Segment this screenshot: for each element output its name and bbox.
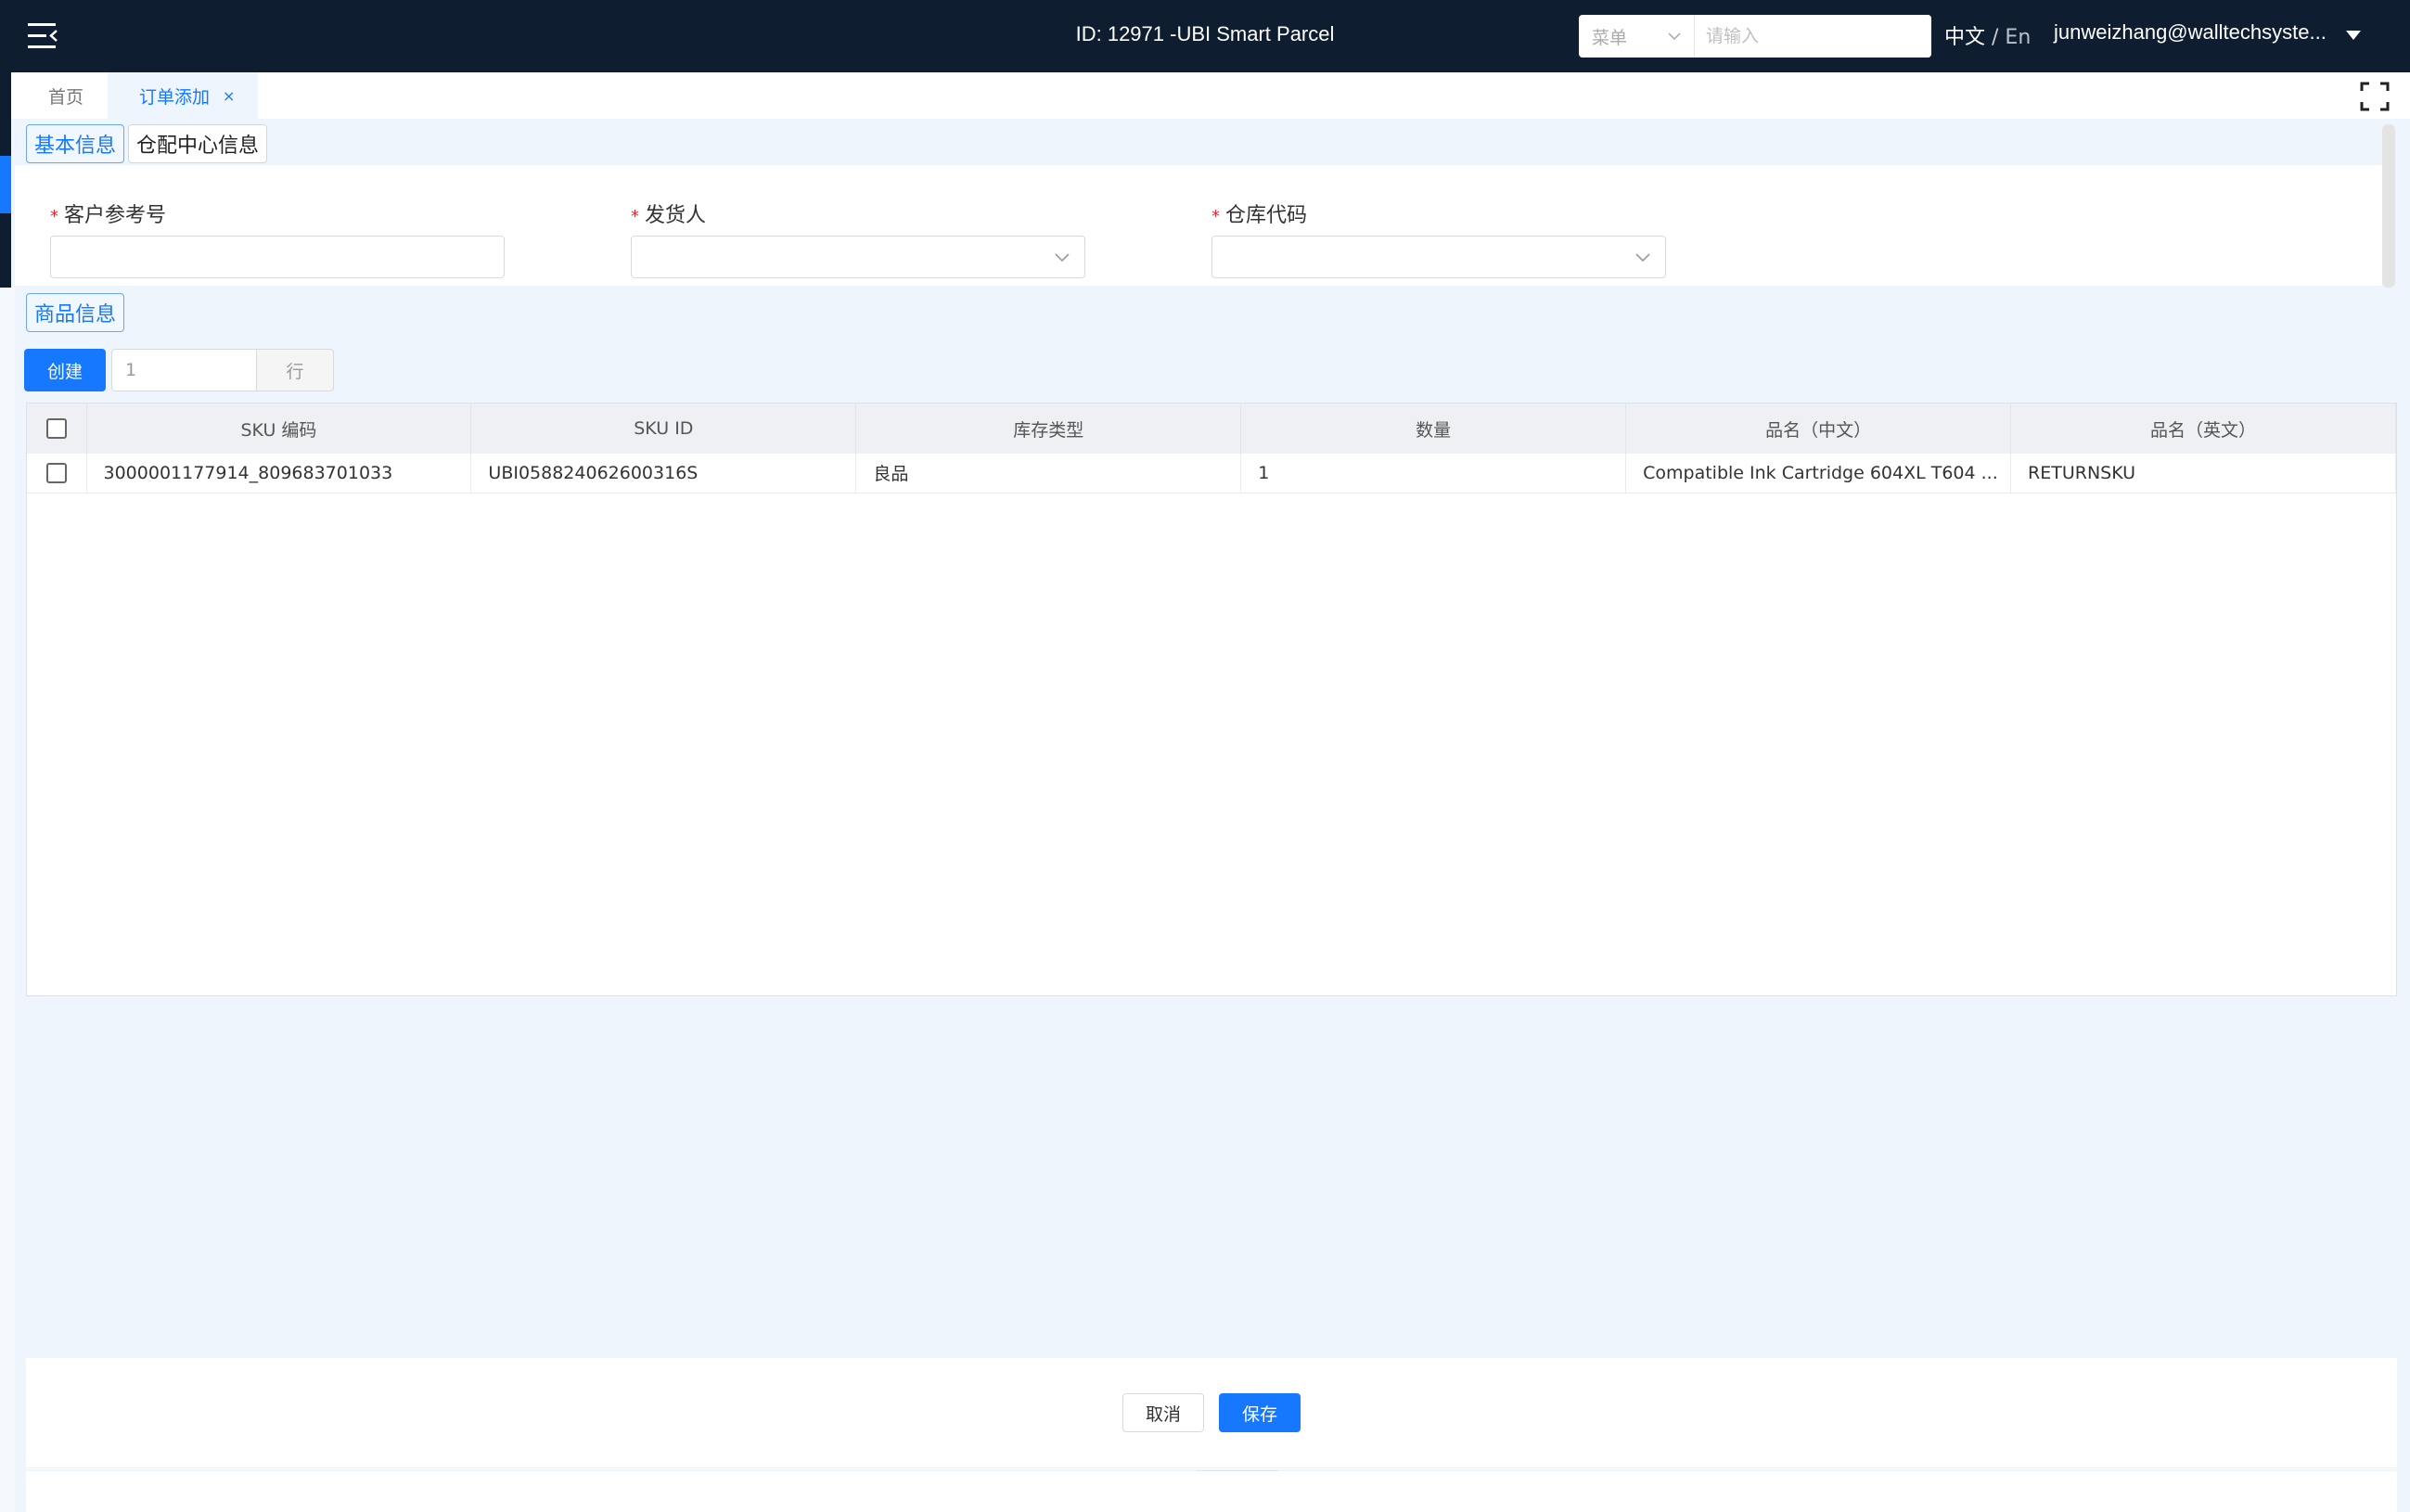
cell-name-en[interactable]: RETURNSKU	[2010, 454, 2396, 493]
section-tab-warehouse-center[interactable]: 仓配中心信息	[128, 124, 268, 163]
caret-down-icon[interactable]	[2345, 30, 2362, 41]
cell-sku-code[interactable]: 3000001177914_809683701033	[86, 454, 472, 493]
menu-search-input[interactable]	[1695, 15, 1931, 58]
top-bar: ID: 12971 -UBI Smart Parcel 菜单 中文 / En j…	[0, 0, 2410, 72]
create-button[interactable]: 创建	[24, 349, 106, 391]
tab-home-label: 首页	[48, 86, 84, 108]
lang-en-option[interactable]: En	[2005, 26, 2031, 49]
chevron-down-icon	[1635, 253, 1650, 263]
row-count-input[interactable]	[111, 349, 256, 391]
cancel-button[interactable]: 取消	[1122, 1393, 1204, 1432]
required-mark: *	[50, 207, 58, 226]
user-account[interactable]: junweizhang@walltechsyste...	[2054, 20, 2327, 45]
chevron-down-icon	[1055, 253, 1070, 263]
goods-section-tabs: 商品信息	[26, 293, 125, 332]
shipper-label-text: 发货人	[645, 204, 707, 227]
warehouse-code-label-text: 仓库代码	[1225, 204, 1308, 227]
tab-order-add-label: 订单添加	[139, 86, 211, 108]
page-tab-bar: 首页 订单添加 ×	[11, 72, 2410, 119]
warehouse-code-label: * 仓库代码	[1211, 199, 1307, 228]
table-row[interactable]: 3000001177914_809683701033 UBI0588240626…	[27, 454, 2396, 493]
close-icon[interactable]: ×	[223, 87, 235, 105]
goods-table: SKU 编码 SKU ID 库存类型 数量 品名（中文） 品名（英文） 3000…	[26, 403, 2397, 996]
tab-home[interactable]: 首页	[48, 72, 83, 119]
row-checkbox[interactable]	[45, 463, 67, 483]
footer-divider	[26, 1467, 2397, 1468]
left-margin	[0, 288, 15, 1512]
cell-sku-id[interactable]: UBI058824062600316S	[470, 454, 857, 493]
customer-ref-input[interactable]	[50, 236, 505, 278]
sidebar-collapsed	[0, 72, 11, 288]
table-header-row: SKU 编码 SKU ID 库存类型 数量 品名（中文） 品名（英文）	[27, 404, 2396, 454]
section-tab-basic[interactable]: 基本信息	[26, 124, 125, 163]
column-header[interactable]: SKU ID	[470, 404, 857, 454]
warehouse-code-select[interactable]	[1211, 236, 1666, 278]
menu-search: 菜单	[1579, 15, 1931, 58]
cell-quantity[interactable]: 1	[1240, 454, 1627, 493]
fullscreen-icon[interactable]	[2360, 82, 2390, 111]
save-button[interactable]: 保存	[1219, 1393, 1301, 1432]
language-switch: 中文 / En	[1944, 20, 2031, 50]
info-section-tabs: 基本信息 仓配中心信息	[26, 124, 268, 163]
column-header[interactable]: 品名（英文）	[2010, 404, 2396, 454]
customer-ref-label-text: 客户参考号	[64, 204, 167, 227]
chevron-down-icon	[1668, 32, 1681, 41]
column-header[interactable]: 品名（中文）	[1625, 404, 2012, 454]
column-header[interactable]: SKU 编码	[86, 404, 472, 454]
menu-type-value: 菜单	[1592, 27, 1628, 48]
customer-ref-label: * 客户参考号	[50, 199, 166, 228]
lang-zh-option[interactable]: 中文	[1944, 26, 1985, 49]
cell-name-zh[interactable]: Compatible Ink Cartridge 604XL T604 ...	[1625, 454, 2012, 493]
column-header[interactable]: 数量	[1240, 404, 1627, 454]
required-mark: *	[1211, 207, 1220, 226]
sidebar-active-indicator	[0, 156, 11, 213]
footer-bottom-bar	[26, 1471, 2397, 1512]
lang-separator: /	[1985, 26, 2006, 49]
row-count-group: 行	[111, 349, 334, 391]
form-footer	[26, 1358, 2397, 1473]
tab-order-add[interactable]: 订单添加 ×	[108, 72, 258, 119]
basic-info-form: * 客户参考号 * 发货人 * 仓库代码	[15, 165, 2382, 286]
select-all-checkbox[interactable]	[45, 418, 67, 440]
shipper-label: * 发货人	[631, 199, 706, 228]
menu-type-select[interactable]: 菜单	[1579, 15, 1695, 58]
select-all-cell	[27, 404, 87, 454]
column-header[interactable]: 库存类型	[855, 404, 1242, 454]
form-scrollbar[interactable]	[2382, 124, 2395, 288]
cell-stock-type[interactable]: 良品	[855, 454, 1242, 493]
section-tab-goods[interactable]: 商品信息	[26, 293, 125, 332]
app-title: ID: 12971 -UBI Smart Parcel	[1075, 22, 1335, 45]
required-mark: *	[631, 207, 639, 226]
row-count-suffix: 行	[256, 349, 334, 391]
row-select-cell	[27, 454, 87, 493]
shipper-select[interactable]	[631, 236, 1085, 278]
menu-toggle-icon[interactable]	[28, 22, 59, 50]
